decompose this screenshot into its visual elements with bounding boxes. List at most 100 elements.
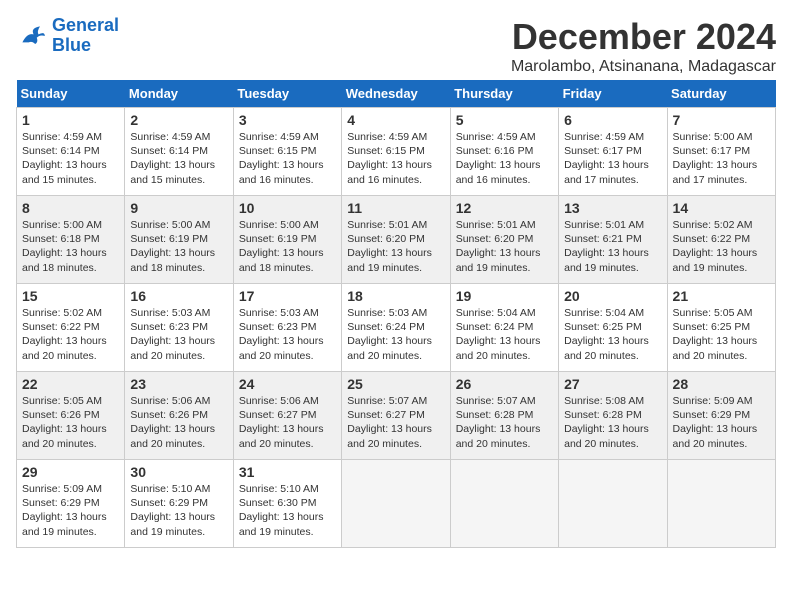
day-number: 18 (347, 288, 444, 304)
calendar-cell: 19 Sunrise: 5:04 AMSunset: 6:24 PMDayligh… (450, 284, 558, 372)
day-info: Sunrise: 4:59 AMSunset: 6:14 PMDaylight:… (22, 130, 119, 187)
day-info: Sunrise: 5:07 AMSunset: 6:27 PMDaylight:… (347, 394, 444, 451)
day-info: Sunrise: 4:59 AMSunset: 6:14 PMDaylight:… (130, 130, 227, 187)
day-number: 23 (130, 376, 227, 392)
calendar-cell: 23 Sunrise: 5:06 AMSunset: 6:26 PMDayligh… (125, 372, 233, 460)
day-info: Sunrise: 5:07 AMSunset: 6:28 PMDaylight:… (456, 394, 553, 451)
day-number: 28 (673, 376, 770, 392)
day-number: 19 (456, 288, 553, 304)
day-number: 3 (239, 112, 336, 128)
calendar-cell: 17Sunrise: 5:03 AMSunset: 6:23 PMDayligh… (233, 284, 341, 372)
column-header-monday: Monday (125, 80, 233, 108)
day-info: Sunrise: 5:02 AMSunset: 6:22 PMDaylight:… (22, 306, 119, 363)
day-number: 24 (239, 376, 336, 392)
calendar-cell: 2 Sunrise: 4:59 AMSunset: 6:14 PMDaylight… (125, 108, 233, 196)
calendar-week-row: 22Sunrise: 5:05 AMSunset: 6:26 PMDayligh… (17, 372, 776, 460)
column-header-saturday: Saturday (667, 80, 775, 108)
day-number: 9 (130, 200, 227, 216)
calendar-week-row: 15 Sunrise: 5:02 AMSunset: 6:22 PMDayligh… (17, 284, 776, 372)
day-number: 15 (22, 288, 119, 304)
calendar-cell (667, 460, 775, 548)
day-info: Sunrise: 5:05 AMSunset: 6:25 PMDaylight:… (673, 306, 770, 363)
day-number: 25 (347, 376, 444, 392)
day-number: 31 (239, 464, 336, 480)
calendar-cell: 10 Sunrise: 5:00 AMSunset: 6:19 PMDayligh… (233, 196, 341, 284)
day-number: 14 (673, 200, 770, 216)
day-number: 20 (564, 288, 661, 304)
day-info: Sunrise: 5:10 AMSunset: 6:29 PMDaylight:… (130, 482, 227, 539)
day-number: 29 (22, 464, 119, 480)
day-info: Sunrise: 4:59 AMSunset: 6:15 PMDaylight:… (239, 130, 336, 187)
column-header-friday: Friday (559, 80, 667, 108)
day-number: 16 (130, 288, 227, 304)
day-info: Sunrise: 4:59 AMSunset: 6:15 PMDaylight:… (347, 130, 444, 187)
day-info: Sunrise: 5:00 AMSunset: 6:19 PMDaylight:… (239, 218, 336, 275)
day-info: Sunrise: 5:04 AMSunset: 6:24 PMDaylight:… (456, 306, 553, 363)
calendar-cell: 29 Sunrise: 5:09 AMSunset: 6:29 PMDayligh… (17, 460, 125, 548)
calendar-cell: 20 Sunrise: 5:04 AMSunset: 6:25 PMDayligh… (559, 284, 667, 372)
calendar-cell: 31 Sunrise: 5:10 AMSunset: 6:30 PMDayligh… (233, 460, 341, 548)
column-header-tuesday: Tuesday (233, 80, 341, 108)
day-number: 4 (347, 112, 444, 128)
day-number: 12 (456, 200, 553, 216)
day-number: 11 (347, 200, 444, 216)
column-header-sunday: Sunday (17, 80, 125, 108)
day-number: 6 (564, 112, 661, 128)
calendar-cell: 3 Sunrise: 4:59 AMSunset: 6:15 PMDaylight… (233, 108, 341, 196)
calendar-week-row: 29 Sunrise: 5:09 AMSunset: 6:29 PMDayligh… (17, 460, 776, 548)
logo-icon (16, 20, 48, 52)
day-number: 26 (456, 376, 553, 392)
day-number: 2 (130, 112, 227, 128)
calendar-cell (342, 460, 450, 548)
day-info: Sunrise: 5:06 AMSunset: 6:26 PMDaylight:… (130, 394, 227, 451)
title-block: December 2024 Marolambo, Atsinanana, Mad… (511, 16, 776, 76)
calendar-cell: 24Sunrise: 5:06 AMSunset: 6:27 PMDayligh… (233, 372, 341, 460)
day-number: 13 (564, 200, 661, 216)
calendar-cell: 27 Sunrise: 5:08 AMSunset: 6:28 PMDayligh… (559, 372, 667, 460)
calendar-table: SundayMondayTuesdayWednesdayThursdayFrid… (16, 80, 776, 548)
calendar-week-row: 8 Sunrise: 5:00 AMSunset: 6:18 PMDaylight… (17, 196, 776, 284)
day-info: Sunrise: 4:59 AMSunset: 6:16 PMDaylight:… (456, 130, 553, 187)
day-info: Sunrise: 5:00 AMSunset: 6:18 PMDaylight:… (22, 218, 119, 275)
calendar-cell: 16 Sunrise: 5:03 AMSunset: 6:23 PMDayligh… (125, 284, 233, 372)
calendar-cell: 22Sunrise: 5:05 AMSunset: 6:26 PMDayligh… (17, 372, 125, 460)
calendar-header-row: SundayMondayTuesdayWednesdayThursdayFrid… (17, 80, 776, 108)
day-number: 10 (239, 200, 336, 216)
day-info: Sunrise: 5:00 AMSunset: 6:17 PMDaylight:… (673, 130, 770, 187)
day-number: 27 (564, 376, 661, 392)
page-header: General Blue December 2024 Marolambo, At… (16, 16, 776, 76)
column-header-thursday: Thursday (450, 80, 558, 108)
day-number: 8 (22, 200, 119, 216)
day-info: Sunrise: 5:01 AMSunset: 6:21 PMDaylight:… (564, 218, 661, 275)
page-subtitle: Marolambo, Atsinanana, Madagascar (511, 58, 776, 76)
day-info: Sunrise: 5:01 AMSunset: 6:20 PMDaylight:… (347, 218, 444, 275)
logo-text: General Blue (52, 16, 119, 56)
calendar-cell: 14Sunrise: 5:02 AMSunset: 6:22 PMDayligh… (667, 196, 775, 284)
calendar-cell (450, 460, 558, 548)
calendar-cell: 8 Sunrise: 5:00 AMSunset: 6:18 PMDaylight… (17, 196, 125, 284)
day-number: 17 (239, 288, 336, 304)
day-info: Sunrise: 5:10 AMSunset: 6:30 PMDaylight:… (239, 482, 336, 539)
day-info: Sunrise: 5:00 AMSunset: 6:19 PMDaylight:… (130, 218, 227, 275)
calendar-cell: 11 Sunrise: 5:01 AMSunset: 6:20 PMDayligh… (342, 196, 450, 284)
calendar-cell: 26 Sunrise: 5:07 AMSunset: 6:28 PMDayligh… (450, 372, 558, 460)
column-header-wednesday: Wednesday (342, 80, 450, 108)
day-info: Sunrise: 5:04 AMSunset: 6:25 PMDaylight:… (564, 306, 661, 363)
calendar-cell: 25 Sunrise: 5:07 AMSunset: 6:27 PMDayligh… (342, 372, 450, 460)
day-number: 22 (22, 376, 119, 392)
calendar-cell: 4 Sunrise: 4:59 AMSunset: 6:15 PMDaylight… (342, 108, 450, 196)
calendar-cell: 28Sunrise: 5:09 AMSunset: 6:29 PMDayligh… (667, 372, 775, 460)
calendar-cell: 15 Sunrise: 5:02 AMSunset: 6:22 PMDayligh… (17, 284, 125, 372)
calendar-cell: 13 Sunrise: 5:01 AMSunset: 6:21 PMDayligh… (559, 196, 667, 284)
calendar-cell: 7Sunrise: 5:00 AMSunset: 6:17 PMDaylight… (667, 108, 775, 196)
day-number: 21 (673, 288, 770, 304)
calendar-week-row: 1Sunrise: 4:59 AMSunset: 6:14 PMDaylight… (17, 108, 776, 196)
calendar-cell: 30 Sunrise: 5:10 AMSunset: 6:29 PMDayligh… (125, 460, 233, 548)
day-number: 30 (130, 464, 227, 480)
calendar-cell: 9 Sunrise: 5:00 AMSunset: 6:19 PMDaylight… (125, 196, 233, 284)
day-info: Sunrise: 5:01 AMSunset: 6:20 PMDaylight:… (456, 218, 553, 275)
day-info: Sunrise: 5:03 AMSunset: 6:23 PMDaylight:… (130, 306, 227, 363)
day-info: Sunrise: 5:08 AMSunset: 6:28 PMDaylight:… (564, 394, 661, 451)
calendar-cell: 6Sunrise: 4:59 AMSunset: 6:17 PMDaylight… (559, 108, 667, 196)
day-info: Sunrise: 5:09 AMSunset: 6:29 PMDaylight:… (22, 482, 119, 539)
